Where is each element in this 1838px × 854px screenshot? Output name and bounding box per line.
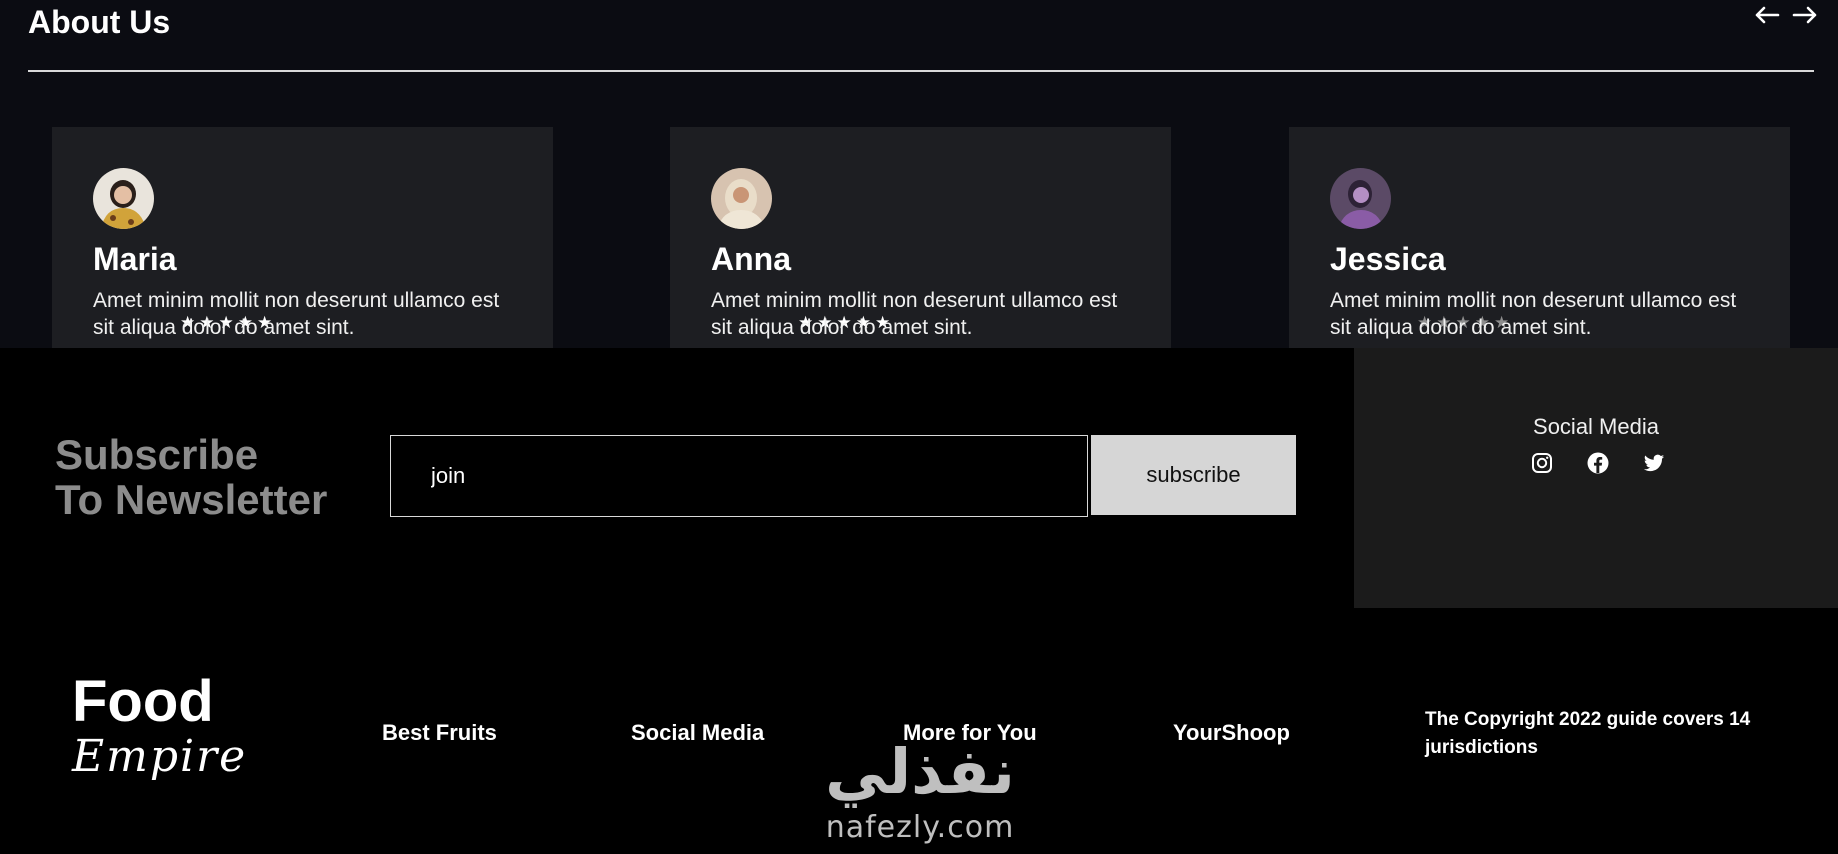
reviewer-name: Jessica — [1330, 241, 1446, 277]
reviewer-name: Anna — [711, 241, 791, 277]
footer: Food Empire Best Fruits Social Media Mor… — [0, 608, 1838, 854]
instagram-icon[interactable] — [1531, 452, 1553, 474]
footer-link-yourshoop[interactable]: YourShoop — [1173, 720, 1290, 746]
watermark-latin-text: nafezly.com — [825, 810, 1015, 845]
avatar — [93, 168, 154, 229]
footer-link-social-media[interactable]: Social Media — [631, 720, 764, 746]
review-text: Amet minim mollit non deserunt ullamco e… — [711, 289, 1118, 339]
arrow-right-icon[interactable] — [1790, 0, 1820, 30]
carousel-controls — [1752, 0, 1820, 34]
review-text: Amet minim mollit non deserunt ullamco e… — [1330, 289, 1737, 339]
logo-empire-text: Empire — [72, 731, 248, 782]
food-empire-logo[interactable]: Food Empire — [70, 672, 250, 812]
review-card-anna: ★ ★ ★ ★ ★ Anna Amet minim mollit non des… — [670, 127, 1171, 348]
social-media-panel: Social Media — [1354, 348, 1838, 608]
newsletter-email-input[interactable] — [390, 435, 1088, 517]
review-card-jessica: ★ ★ ★ ★ ★ Jessica Amet minim mollit non … — [1289, 127, 1790, 348]
newsletter-title: Subscribe To Newsletter — [55, 432, 327, 522]
watermark-arabic-text: نفذلي — [825, 735, 1015, 808]
newsletter-section: Subscribe To Newsletter subscribe — [0, 348, 1354, 608]
arrow-left-icon[interactable] — [1752, 0, 1782, 30]
social-media-title: Social Media — [1533, 414, 1659, 439]
about-divider — [28, 70, 1814, 72]
twitter-icon[interactable] — [1643, 452, 1665, 474]
avatar — [1330, 168, 1391, 229]
footer-link-best-fruits[interactable]: Best Fruits — [382, 720, 497, 746]
newsletter-title-line2: To Newsletter — [55, 476, 328, 523]
avatar — [711, 168, 772, 229]
about-title: About Us — [28, 4, 171, 40]
watermark: نفذلي nafezly.com — [810, 736, 1030, 854]
facebook-icon[interactable] — [1587, 452, 1609, 474]
about-section: About Us ★ ★ ★ ★ ★ Maria Amet minim moll… — [0, 0, 1838, 348]
logo-food-text: Food — [72, 669, 214, 734]
copyright-text: The Copyright 2022 guide covers 14 juris… — [1425, 709, 1751, 758]
newsletter-title-line1: Subscribe — [55, 431, 259, 478]
review-text: Amet minim mollit non deserunt ullamco e… — [93, 289, 500, 339]
subscribe-button[interactable]: subscribe — [1091, 435, 1296, 515]
social-icons — [1531, 452, 1665, 474]
review-card-maria: ★ ★ ★ ★ ★ Maria Amet minim mollit non de… — [52, 127, 553, 348]
reviewer-name: Maria — [93, 241, 177, 277]
